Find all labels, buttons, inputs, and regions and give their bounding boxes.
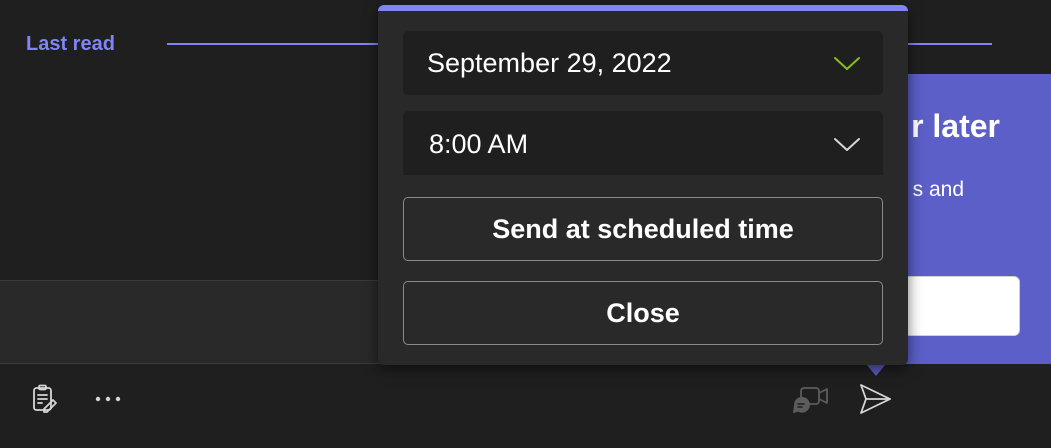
last-read-label: Last read [26, 33, 115, 55]
meet-now-icon[interactable] [792, 381, 832, 417]
time-picker[interactable]: 8:00 AM [403, 111, 883, 175]
callout-pointer [866, 364, 886, 376]
schedule-send-popup: September 29, 2022 8:00 AM Send at sched… [378, 5, 908, 365]
date-picker[interactable]: September 29, 2022 [403, 31, 883, 95]
chevron-down-icon [834, 138, 860, 151]
close-button[interactable]: Close [403, 281, 883, 345]
loop-component-icon[interactable] [26, 381, 62, 417]
compose-toolbar [0, 364, 1051, 448]
send-at-scheduled-time-button[interactable]: Send at scheduled time [403, 197, 883, 261]
date-picker-value: September 29, 2022 [427, 48, 672, 78]
popup-accent-bar [378, 5, 908, 11]
time-picker-value: 8:00 AM [429, 129, 529, 159]
chevron-down-icon [834, 57, 860, 70]
more-options-icon[interactable] [90, 381, 126, 417]
send-icon[interactable] [855, 379, 895, 419]
